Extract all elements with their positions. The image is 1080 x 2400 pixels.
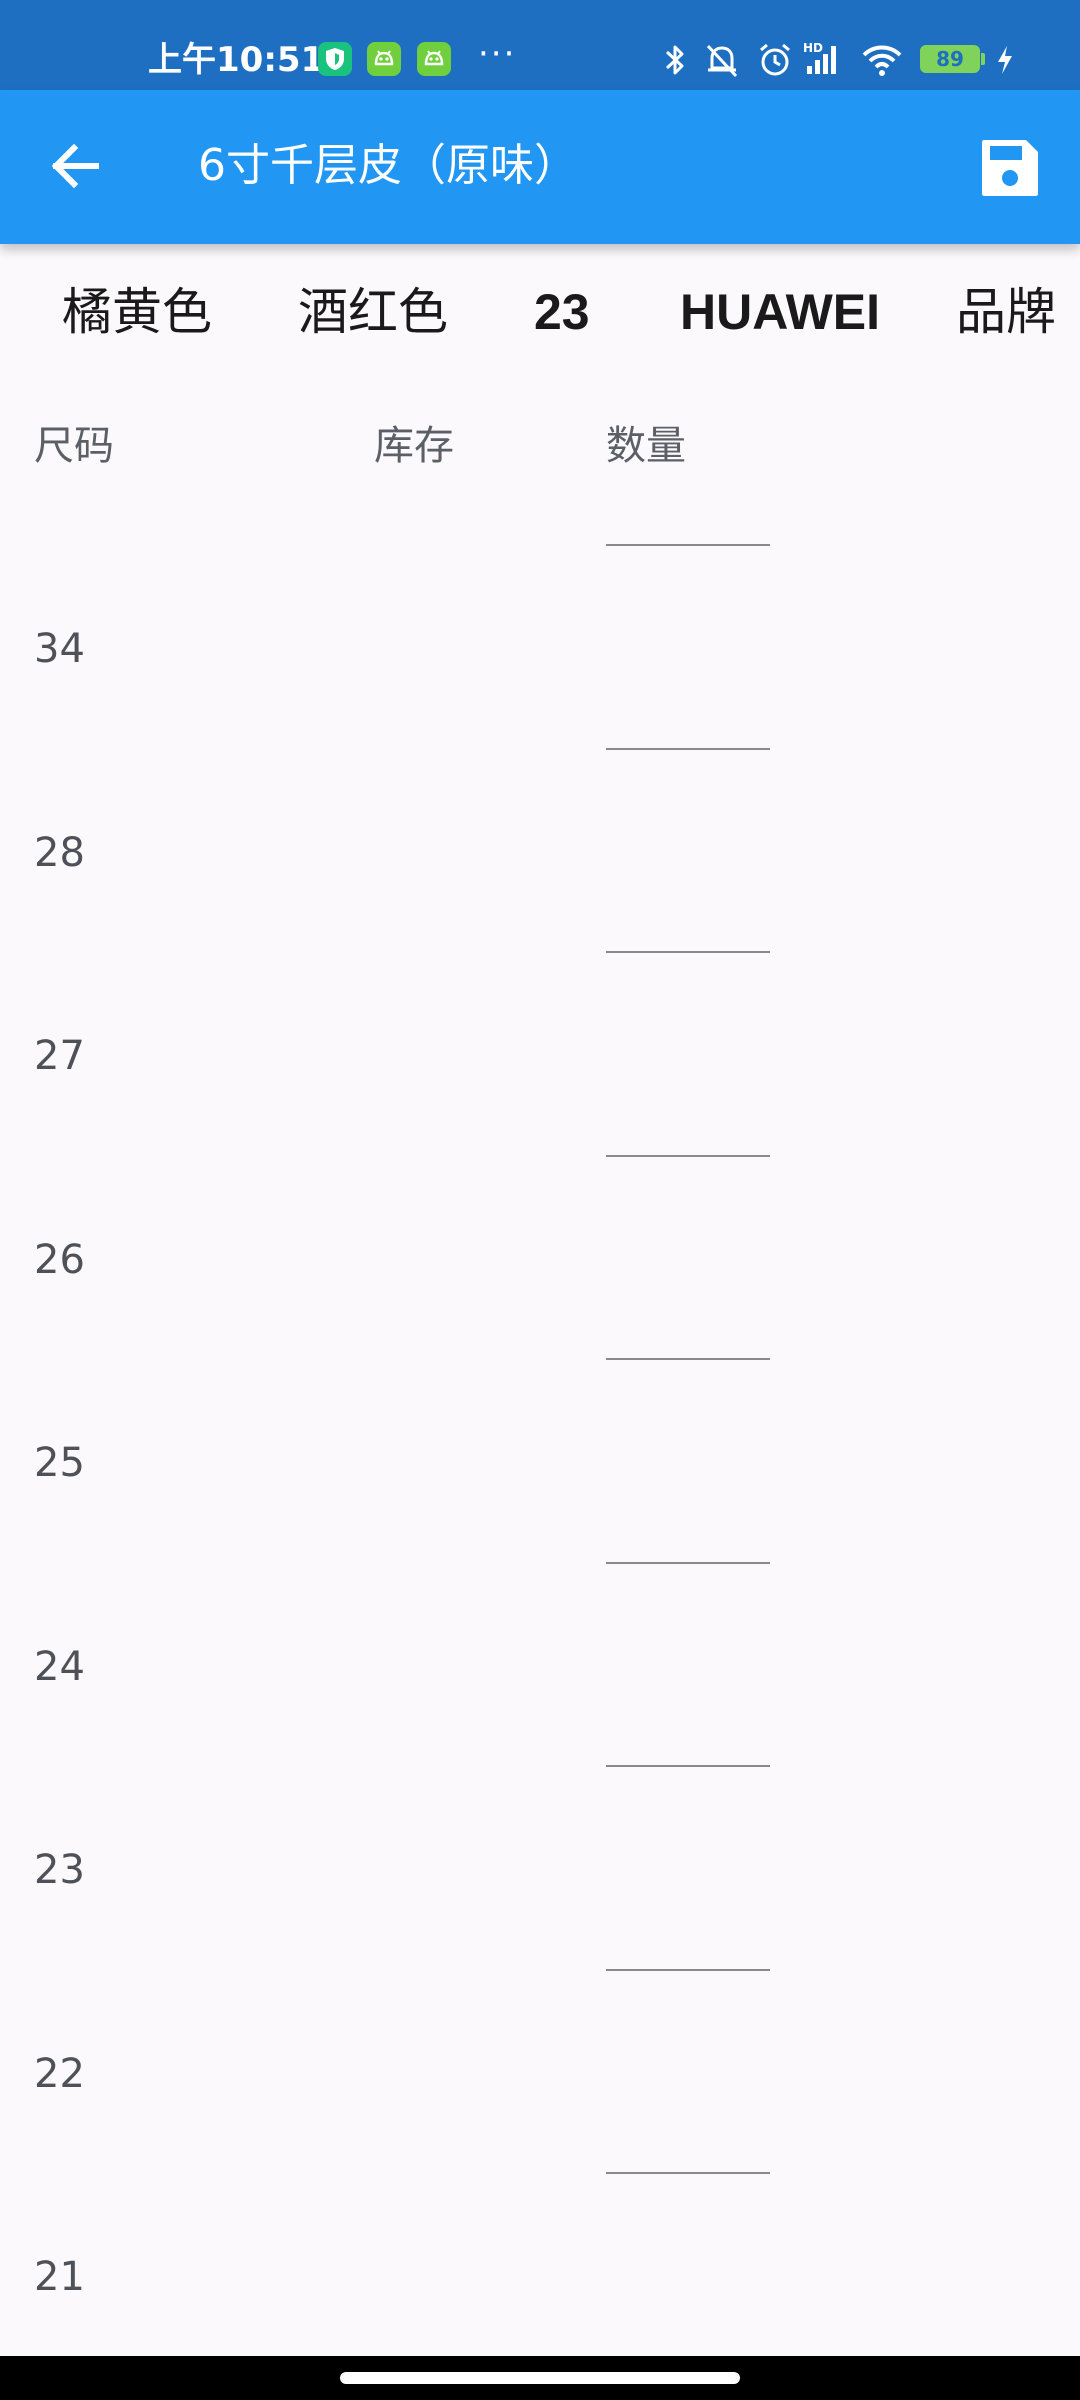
status-time: 上午10:51 <box>148 40 325 80</box>
size-cell: 24 <box>34 1644 85 1690</box>
alarm-icon <box>755 40 795 84</box>
size-cell: 22 <box>34 2051 85 2097</box>
android-icon <box>367 42 401 76</box>
app-bar: 6寸千层皮（原味） <box>0 90 1080 244</box>
battery-icon: 89 <box>920 45 980 73</box>
quantity-input[interactable] <box>606 2116 770 2174</box>
quantity-input[interactable] <box>606 895 770 953</box>
screen: 上午10:51 ··· HD 89 6寸千层皮（原味） 橘黄色 酒红色 23 H… <box>0 0 1080 2400</box>
quantity-input[interactable] <box>606 1506 770 1564</box>
quantity-input[interactable] <box>606 1913 770 1971</box>
size-cell: 23 <box>34 1847 85 1893</box>
table-row: 21 <box>0 2116 1080 2380</box>
table-row: 24 <box>0 1506 1080 1770</box>
attribute-chip[interactable]: 橘黄色 <box>62 280 212 344</box>
table-row: 25 <box>0 1302 1080 1566</box>
column-header-stock: 库存 <box>374 423 454 469</box>
quantity-input[interactable] <box>606 1099 770 1157</box>
column-header-size: 尺码 <box>34 423 114 469</box>
bluetooth-icon <box>660 40 690 84</box>
size-cell: 26 <box>34 1237 85 1283</box>
attribute-chip[interactable]: 23 <box>534 280 590 344</box>
charging-icon <box>993 40 1017 84</box>
size-cell: 28 <box>34 830 85 876</box>
battery-tip <box>981 53 985 65</box>
size-cell: 27 <box>34 1033 85 1079</box>
quantity-input[interactable] <box>606 1709 770 1767</box>
quantity-input[interactable] <box>606 692 770 750</box>
more-notifications-icon: ··· <box>478 34 517 74</box>
attribute-chip[interactable]: 酒红色 <box>298 280 448 344</box>
table-row: 28 <box>0 692 1080 956</box>
wifi-icon <box>860 40 904 84</box>
size-cell: 21 <box>34 2254 85 2300</box>
arrow-back-icon <box>51 143 99 189</box>
save-button[interactable] <box>970 128 1050 208</box>
table-row: 26 <box>0 1099 1080 1363</box>
attribute-chip[interactable]: 品牌 <box>956 280 1056 344</box>
bell-off-icon <box>702 40 742 84</box>
attribute-strip[interactable]: 橘黄色 酒红色 23 HUAWEI 品牌 <box>0 244 1080 374</box>
size-cell: 25 <box>34 1440 85 1486</box>
shield-icon <box>318 42 352 76</box>
quantity-input[interactable] <box>606 1302 770 1360</box>
navigation-bar <box>0 2356 1080 2400</box>
quantity-input[interactable] <box>606 488 770 546</box>
android-icon <box>417 42 451 76</box>
column-header-quantity: 数量 <box>606 423 686 469</box>
signal-icon: HD <box>803 40 847 84</box>
page-title: 6寸千层皮（原味） <box>198 140 578 191</box>
save-icon <box>982 140 1038 196</box>
table-row: 27 <box>0 895 1080 1159</box>
table-row: 22 <box>0 1913 1080 2177</box>
svg-text:HD: HD <box>803 41 823 55</box>
status-bar: 上午10:51 ··· HD 89 <box>0 0 1080 90</box>
home-indicator[interactable] <box>340 2372 740 2384</box>
attribute-chip[interactable]: HUAWEI <box>680 280 880 344</box>
table-row: 23 <box>0 1709 1080 1973</box>
back-button[interactable] <box>36 126 116 206</box>
size-cell: 34 <box>34 626 85 672</box>
table-row: 34 <box>0 488 1080 752</box>
